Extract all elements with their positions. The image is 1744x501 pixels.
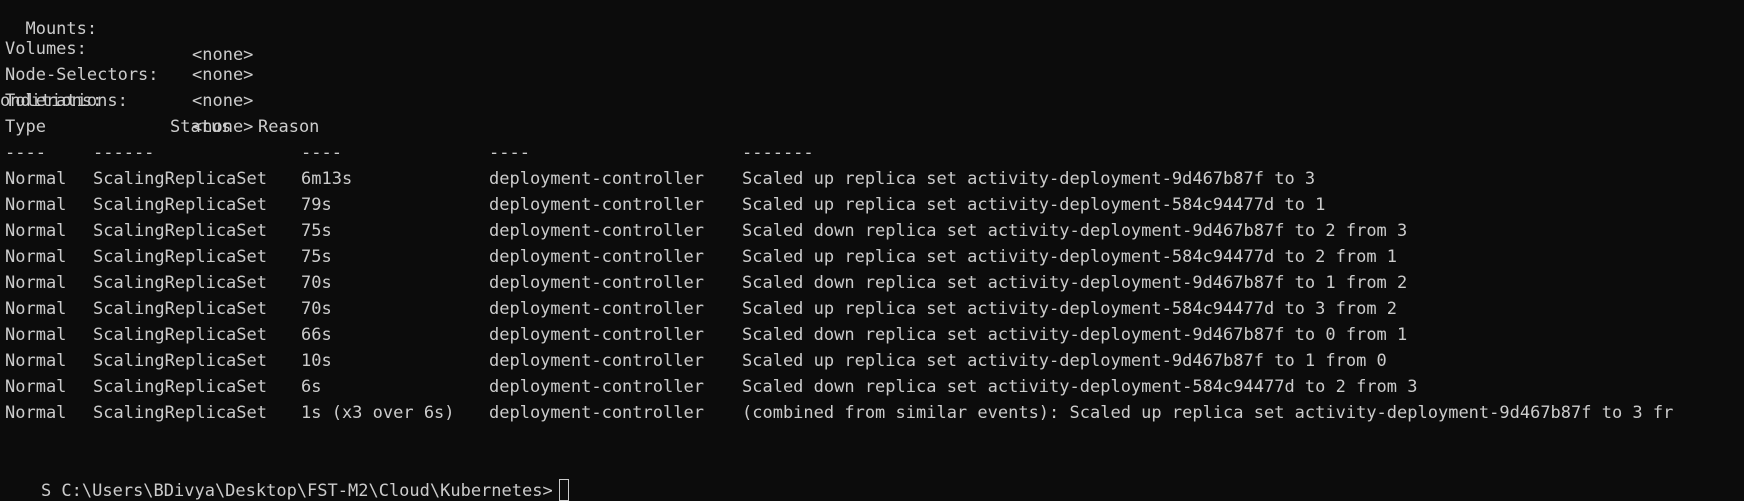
terminal-window[interactable]: Mounts: <none> Volumes: <none> Node-Sele… [0,0,1744,501]
event-message: Scaled down replica set activity-deploym… [742,325,1408,345]
event-message: Scaled up replica set activity-deploymen… [742,299,1398,319]
event-age: 66s [301,325,332,345]
event-age: 70s [301,299,332,319]
event-reason: ScalingReplicaSet [93,403,267,423]
event-from: deployment-controller [489,299,704,319]
event-from: deployment-controller [489,351,704,371]
event-row: Normal ScalingReplicaSet 70s deployment-… [0,270,1744,296]
field-row-volumes: Volumes: <none> [0,10,253,85]
event-row: Normal ScalingReplicaSet 1s (x3 over 6s)… [0,400,1744,426]
event-from: deployment-controller [489,169,704,189]
event-row: Normal ScalingReplicaSet 6m13s deploymen… [0,166,1744,192]
events-header-row: Type Status Reason [0,114,1744,140]
conditions-label: onditions: [0,91,103,111]
event-reason: ScalingReplicaSet [93,351,267,371]
event-reason: ScalingReplicaSet [93,299,267,319]
events-header-type: Type [5,117,46,137]
event-from: deployment-controller [489,221,704,241]
event-type: Normal [5,299,67,319]
event-message: Scaled up replica set activity-deploymen… [742,351,1387,371]
event-type: Normal [5,195,67,215]
event-age: 75s [301,221,332,241]
event-from: deployment-controller [489,377,704,397]
event-message: Scaled down replica set activity-deploym… [742,377,1418,397]
event-reason: ScalingReplicaSet [93,169,267,189]
event-type: Normal [5,325,67,345]
event-reason: ScalingReplicaSet [93,325,267,345]
event-type: Normal [5,169,67,189]
event-age: 10s [301,351,332,371]
event-from: deployment-controller [489,195,704,215]
event-reason: ScalingReplicaSet [93,377,267,397]
event-age: 6m13s [301,169,353,189]
event-from: deployment-controller [489,403,704,423]
event-row: Normal ScalingReplicaSet 75s deployment-… [0,244,1744,270]
event-reason: ScalingReplicaSet [93,221,267,241]
event-message: Scaled up replica set activity-deploymen… [742,195,1326,215]
prompt-text: S C:\Users\BDivya\Desktop\FST-M2\Cloud\K… [40,481,553,501]
event-row: Normal ScalingReplicaSet 79s deployment-… [0,192,1744,218]
field-row-tolerations: Tolerations: <none> [0,62,253,137]
event-age: 70s [301,273,332,293]
field-row-node-selectors: Node-Selectors: <none> [0,36,253,111]
event-from: deployment-controller [489,247,704,267]
event-reason: ScalingReplicaSet [93,247,267,267]
separator-type: ---- [5,143,46,163]
event-reason: ScalingReplicaSet [93,273,267,293]
separator-reason: ------ [93,143,155,163]
event-age: 75s [301,247,332,267]
event-message: Scaled down replica set activity-deploym… [742,221,1408,241]
event-message: Scaled up replica set activity-deploymen… [742,247,1398,267]
event-type: Normal [5,273,67,293]
event-type: Normal [5,403,67,423]
event-reason: ScalingReplicaSet [93,195,267,215]
event-row: Normal ScalingReplicaSet 66s deployment-… [0,322,1744,348]
separator-age: ---- [301,143,342,163]
separator-from: ---- [489,143,530,163]
field-value: <none> [192,65,254,85]
field-value: <none> [192,91,254,111]
event-from: deployment-controller [489,273,704,293]
event-message: Scaled down replica set activity-deploym… [742,273,1408,293]
event-type: Normal [5,221,67,241]
prompt-line[interactable]: S C:\Users\BDivya\Desktop\FST-M2\Cloud\K… [0,452,569,501]
separator-message: ------- [742,143,814,163]
event-from: deployment-controller [489,325,704,345]
event-row: Normal ScalingReplicaSet 75s deployment-… [0,218,1744,244]
event-type: Normal [5,351,67,371]
events-header-status: Status [170,117,232,137]
event-age: 6s [301,377,322,397]
text-cursor [558,479,569,501]
events-separator-row: ---- ------ ---- ---- ------- [0,140,1744,166]
event-row: Normal ScalingReplicaSet 70s deployment-… [0,296,1744,322]
event-type: Normal [5,247,67,267]
event-row: Normal ScalingReplicaSet 10s deployment-… [0,348,1744,374]
event-row: Normal ScalingReplicaSet 6s deployment-c… [0,374,1744,400]
event-message: Scaled up replica set activity-deploymen… [742,169,1316,189]
events-header-reason: Reason [258,117,320,137]
event-age: 1s (x3 over 6s) [301,403,455,423]
event-age: 79s [301,195,332,215]
event-message: (combined from similar events): Scaled u… [742,403,1674,423]
event-type: Normal [5,377,67,397]
